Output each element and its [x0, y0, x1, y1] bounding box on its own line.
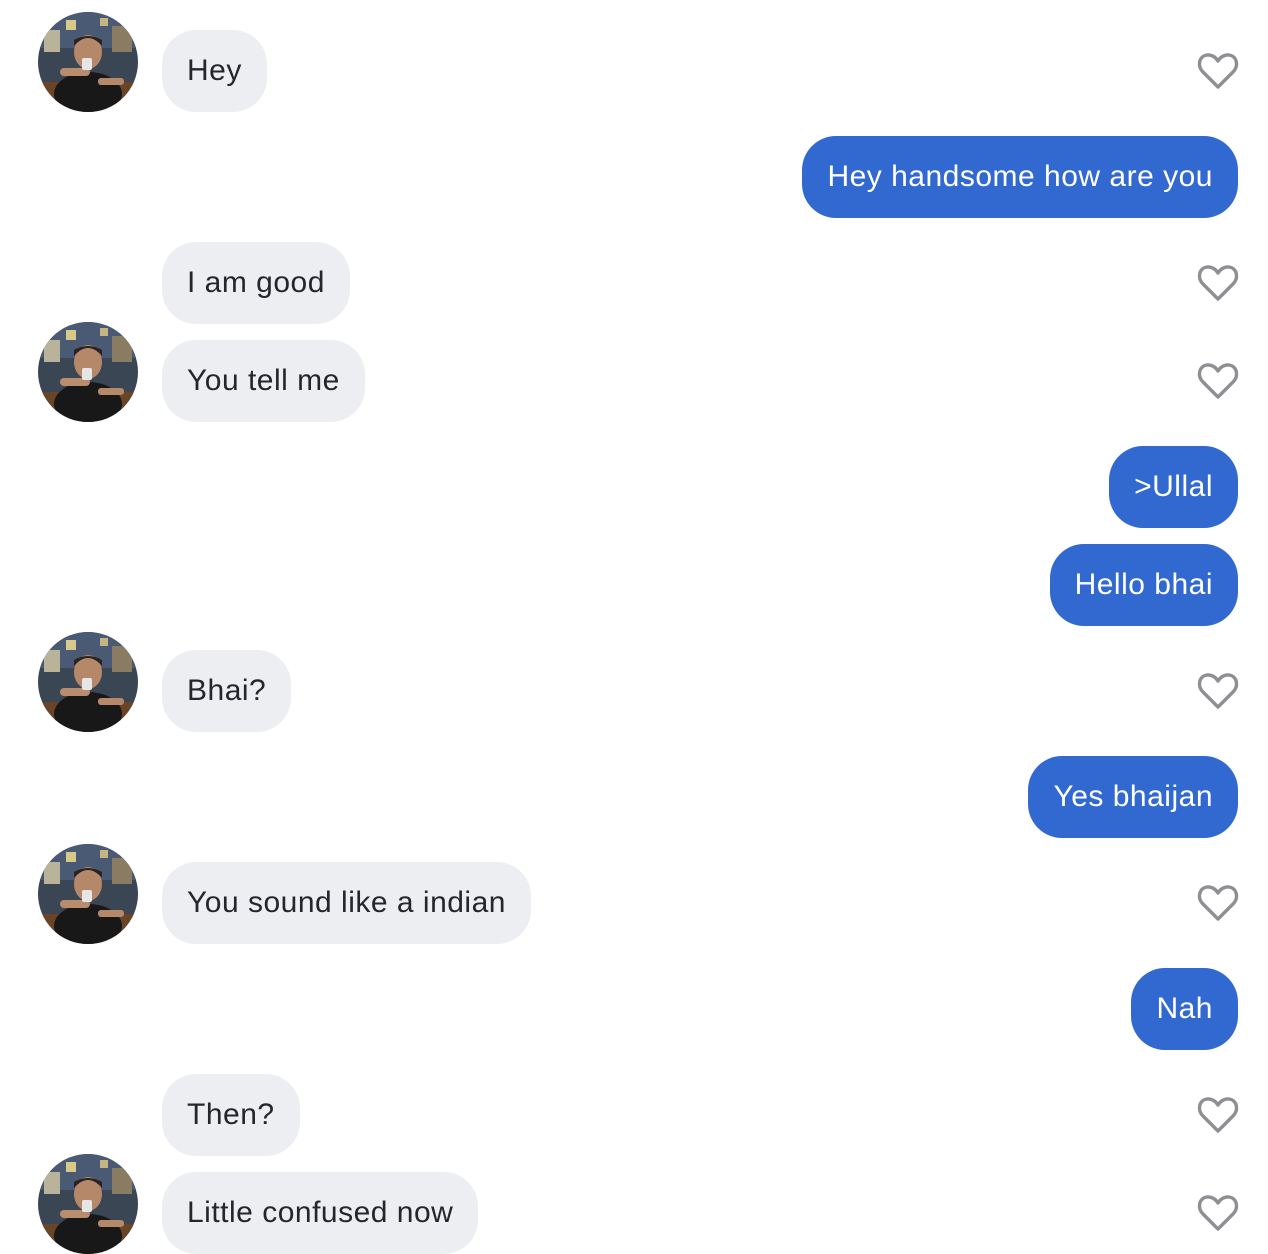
- contact-avatar[interactable]: [38, 632, 138, 732]
- heart-icon[interactable]: [1196, 263, 1240, 303]
- contact-avatar[interactable]: [38, 322, 138, 422]
- contact-avatar[interactable]: [38, 1154, 138, 1254]
- message-bubble-incoming[interactable]: You sound like a indian: [162, 862, 531, 944]
- message-bubble-outgoing[interactable]: Nah: [1131, 968, 1238, 1050]
- message-bubble-incoming[interactable]: You tell me: [162, 340, 365, 422]
- heart-icon[interactable]: [1196, 51, 1240, 91]
- contact-avatar[interactable]: [38, 844, 138, 944]
- message-bubble-incoming[interactable]: Little confused now: [162, 1172, 479, 1254]
- message-bubble-incoming[interactable]: I am good: [162, 242, 350, 324]
- message-bubble-incoming[interactable]: Hey: [162, 30, 267, 112]
- heart-icon[interactable]: [1196, 361, 1240, 401]
- heart-icon[interactable]: [1196, 671, 1240, 711]
- heart-icon[interactable]: [1196, 1193, 1240, 1233]
- message-bubble-outgoing[interactable]: Hello bhai: [1049, 544, 1238, 626]
- message-bubble-outgoing[interactable]: Yes bhaijan: [1028, 756, 1238, 838]
- heart-icon[interactable]: [1196, 1095, 1240, 1135]
- message-bubble-incoming[interactable]: Bhai?: [162, 650, 292, 732]
- message-bubble-outgoing[interactable]: Hey handsome how are you: [802, 136, 1238, 218]
- heart-icon[interactable]: [1196, 883, 1240, 923]
- message-bubble-incoming[interactable]: Then?: [162, 1074, 300, 1156]
- message-bubble-outgoing[interactable]: >Ullal: [1109, 446, 1238, 528]
- contact-avatar[interactable]: [38, 12, 138, 112]
